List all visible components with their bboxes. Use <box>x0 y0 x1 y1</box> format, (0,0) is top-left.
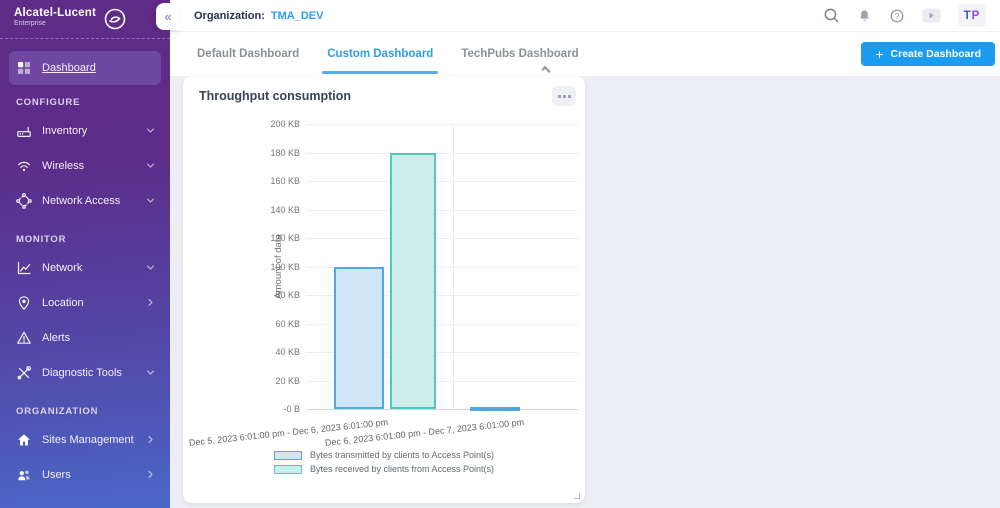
network-access-icon <box>16 193 32 209</box>
sidebar-item-sites-management[interactable]: Sites Management <box>9 422 161 457</box>
sidebar-navigation: Dashboard CONFIGURE Inventory Wireless Netwo… <box>0 51 170 492</box>
gridline <box>306 124 578 125</box>
legend-item-series1: Bytes received by clients from Access Po… <box>274 464 494 474</box>
alerts-icon <box>16 330 32 346</box>
legend-swatch-icon <box>274 451 302 460</box>
dashboard-tabs: Default DashboardCustom DashboardTechPub… <box>183 32 593 76</box>
sidebar-item-network[interactable]: Network <box>9 250 161 285</box>
sidebar-item-label: Dashboard <box>42 62 96 74</box>
sidebar-item-label: Location <box>42 297 84 309</box>
dashboard-tabs-bar: Default DashboardCustom DashboardTechPub… <box>170 32 1000 76</box>
widget-resize-handle-icon[interactable] <box>574 493 580 499</box>
brand-name: Alcatel-Lucent <box>14 7 96 19</box>
chart-legend: Bytes transmitted by clients to Access P… <box>274 450 494 474</box>
bar-series0-group1[interactable] <box>470 407 520 411</box>
gridline <box>306 409 578 410</box>
sidebar-item-dashboard[interactable]: Dashboard <box>9 51 161 85</box>
gridline <box>453 124 454 409</box>
users-icon <box>16 467 32 483</box>
chevron-down-icon <box>146 161 155 170</box>
create-dashboard-button[interactable]: + Create Dashboard <box>861 42 995 66</box>
avatar-initial-2: P <box>972 10 981 22</box>
dashboard-icon <box>16 60 32 76</box>
collapse-chevrons-icon: « <box>164 9 171 24</box>
sidebar-item-wireless[interactable]: Wireless <box>9 148 161 183</box>
sidebar-item-label: Sites Management <box>42 434 134 446</box>
network-icon <box>16 260 32 276</box>
svg-text:?: ? <box>895 11 900 20</box>
legend-item-series0: Bytes transmitted by clients to Access P… <box>274 450 494 460</box>
sites-management-icon <box>16 432 32 448</box>
throughput-bar-chart: 200 KB180 KB160 KB140 KB120 KB100 KB80 K… <box>183 76 585 503</box>
dashboard-canvas: Throughput consumption 200 KB180 KB160 K… <box>170 76 1000 508</box>
gridline <box>306 238 578 239</box>
sidebar-item-alerts[interactable]: Alerts <box>9 320 161 355</box>
gridline <box>306 153 578 154</box>
diagnostic-tools-icon <box>16 365 32 381</box>
inventory-icon <box>16 123 32 139</box>
chevron-down-icon <box>146 196 155 205</box>
create-dashboard-label: Create Dashboard <box>891 48 981 60</box>
chevron-right-icon <box>146 298 155 307</box>
sidebar-item-label: Network <box>42 262 82 274</box>
bar-series1-group0[interactable] <box>390 153 436 410</box>
avatar-initial-1: T <box>964 10 972 22</box>
bell-icon[interactable] <box>857 8 872 23</box>
tab-techpubs-dashboard[interactable]: TechPubs Dashboard <box>447 32 592 76</box>
sidebar-item-label: Alerts <box>42 332 70 344</box>
organization-value[interactable]: TMA_DEV <box>271 10 324 22</box>
user-avatar[interactable]: TP <box>958 4 986 27</box>
sidebar: Alcatel-Lucent Enterprise Dashboard CONFI… <box>0 0 170 508</box>
chevron-down-icon <box>146 263 155 272</box>
sidebar-item-label: Wireless <box>42 160 84 172</box>
section-label-configure: CONFIGURE <box>9 95 161 111</box>
sidebar-item-label: Inventory <box>42 125 87 137</box>
legend-label: Bytes transmitted by clients to Access P… <box>310 450 494 460</box>
tab-default-dashboard[interactable]: Default Dashboard <box>183 32 313 76</box>
sidebar-item-location[interactable]: Location <box>9 285 161 320</box>
y-axis-label: Amount of data <box>273 124 284 409</box>
tab-custom-dashboard[interactable]: Custom Dashboard <box>313 32 447 76</box>
brand: Alcatel-Lucent Enterprise <box>0 0 170 39</box>
sidebar-item-network-access[interactable]: Network Access <box>9 183 161 218</box>
gridline <box>306 181 578 182</box>
wireless-icon <box>16 158 32 174</box>
gridline <box>306 210 578 211</box>
chevron-down-icon <box>146 126 155 135</box>
sidebar-item-diagnostic-tools[interactable]: Diagnostic Tools <box>9 355 161 390</box>
bar-series0-group0[interactable] <box>334 267 384 410</box>
chevron-right-icon <box>146 435 155 444</box>
section-label-organization: ORGANIZATION <box>9 404 161 420</box>
collapse-sidebar-button[interactable]: « <box>156 3 180 30</box>
topbar: Organization: TMA_DEV ? TP <box>170 0 1000 32</box>
chevron-right-icon <box>146 470 155 479</box>
search-icon[interactable] <box>823 7 840 24</box>
legend-swatch-icon <box>274 465 302 474</box>
section-label-monitor: MONITOR <box>9 232 161 248</box>
chevron-down-icon <box>146 368 155 377</box>
sidebar-item-inventory[interactable]: Inventory <box>9 113 161 148</box>
plus-icon: + <box>875 47 883 61</box>
help-icon[interactable]: ? <box>889 8 905 24</box>
sidebar-item-label: Diagnostic Tools <box>42 367 122 379</box>
sidebar-item-label: Network Access <box>42 195 120 207</box>
sidebar-item-label: Users <box>42 469 71 481</box>
throughput-widget: Throughput consumption 200 KB180 KB160 K… <box>183 76 585 503</box>
organization-label: Organization: <box>194 10 265 22</box>
ale-logo-icon <box>104 8 126 30</box>
legend-label: Bytes received by clients from Access Po… <box>310 464 494 474</box>
location-icon <box>16 295 32 311</box>
video-tutorials-icon[interactable] <box>922 8 941 23</box>
sidebar-item-users[interactable]: Users <box>9 457 161 492</box>
brand-subtitle: Enterprise <box>14 20 96 27</box>
